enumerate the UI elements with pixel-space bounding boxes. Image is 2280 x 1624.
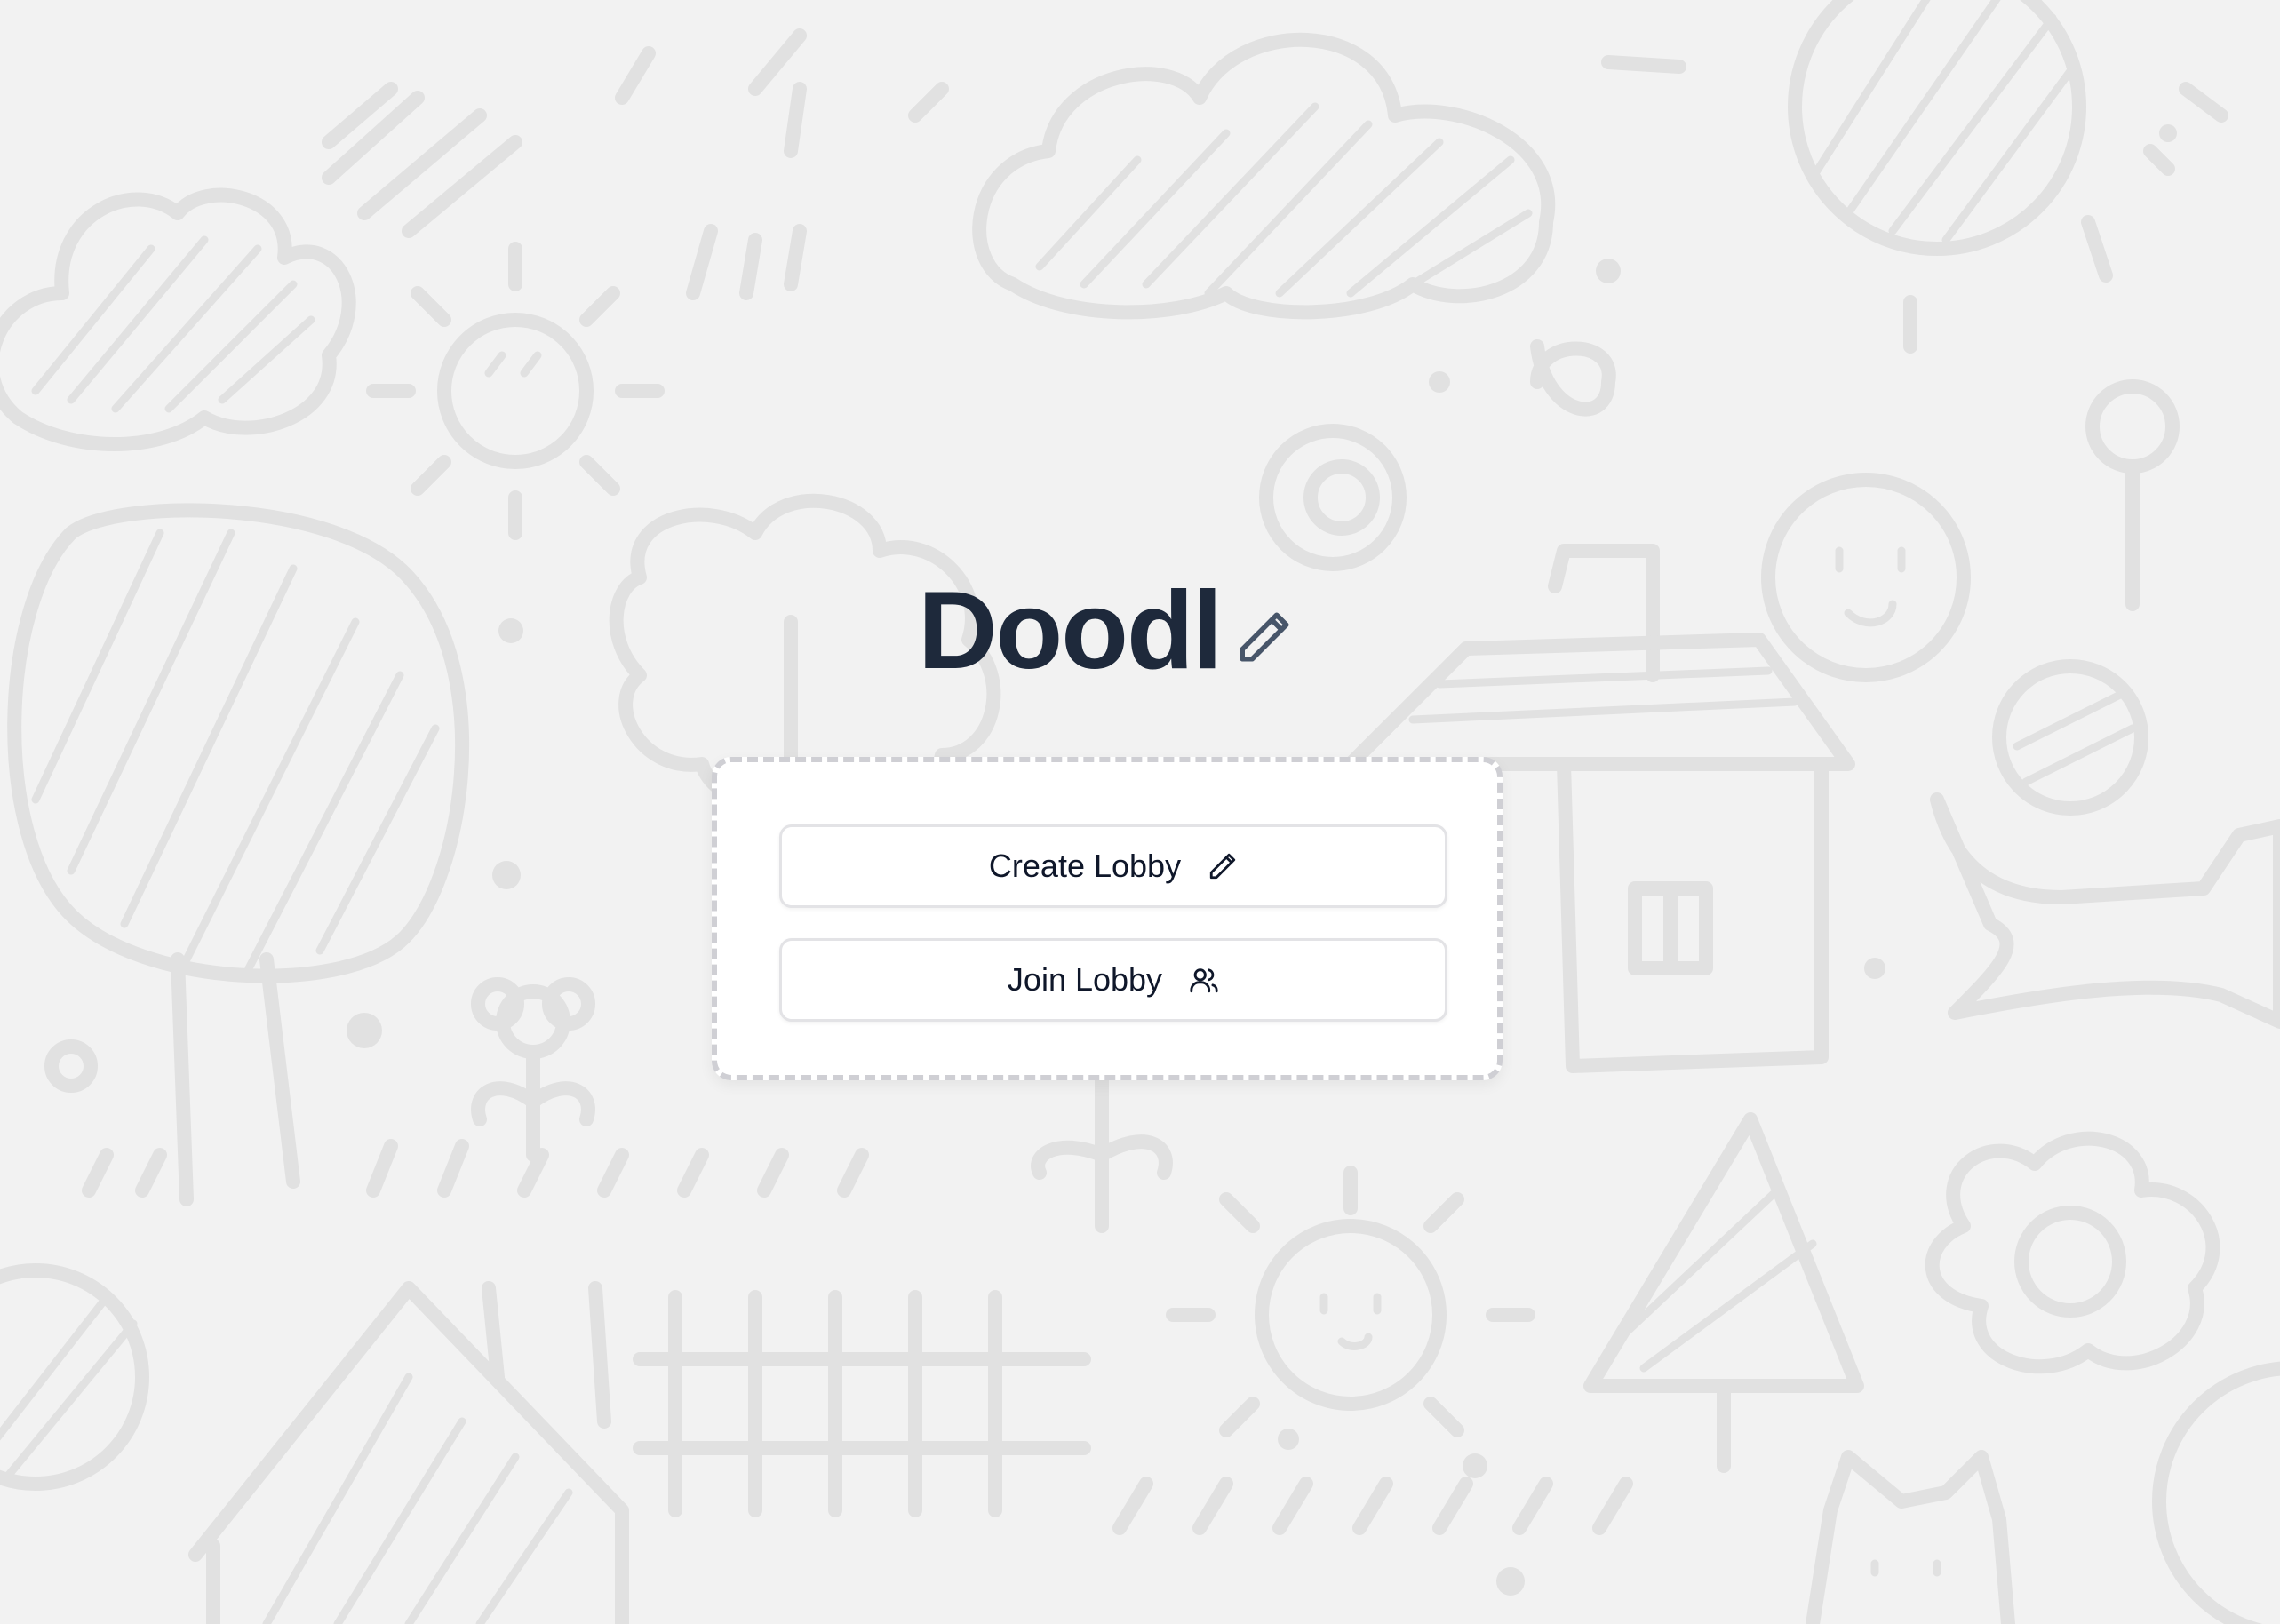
pencil-icon [1240,612,1289,662]
pencil-icon [1209,853,1236,880]
create-lobby-button[interactable]: Create Lobby [779,824,1447,908]
users-icon [1190,968,1218,993]
create-lobby-label: Create Lobby [988,848,1182,884]
app-header: Doodl [918,569,1294,693]
join-lobby-label: Join Lobby [1007,961,1163,998]
app-title: Doodl [918,569,1223,692]
lobby-card: Create Lobby Join Lobby [712,757,1503,1080]
main-content: Doodl Create Lobby Join Lobby [0,0,2280,1624]
join-lobby-button[interactable]: Join Lobby [779,938,1447,1022]
